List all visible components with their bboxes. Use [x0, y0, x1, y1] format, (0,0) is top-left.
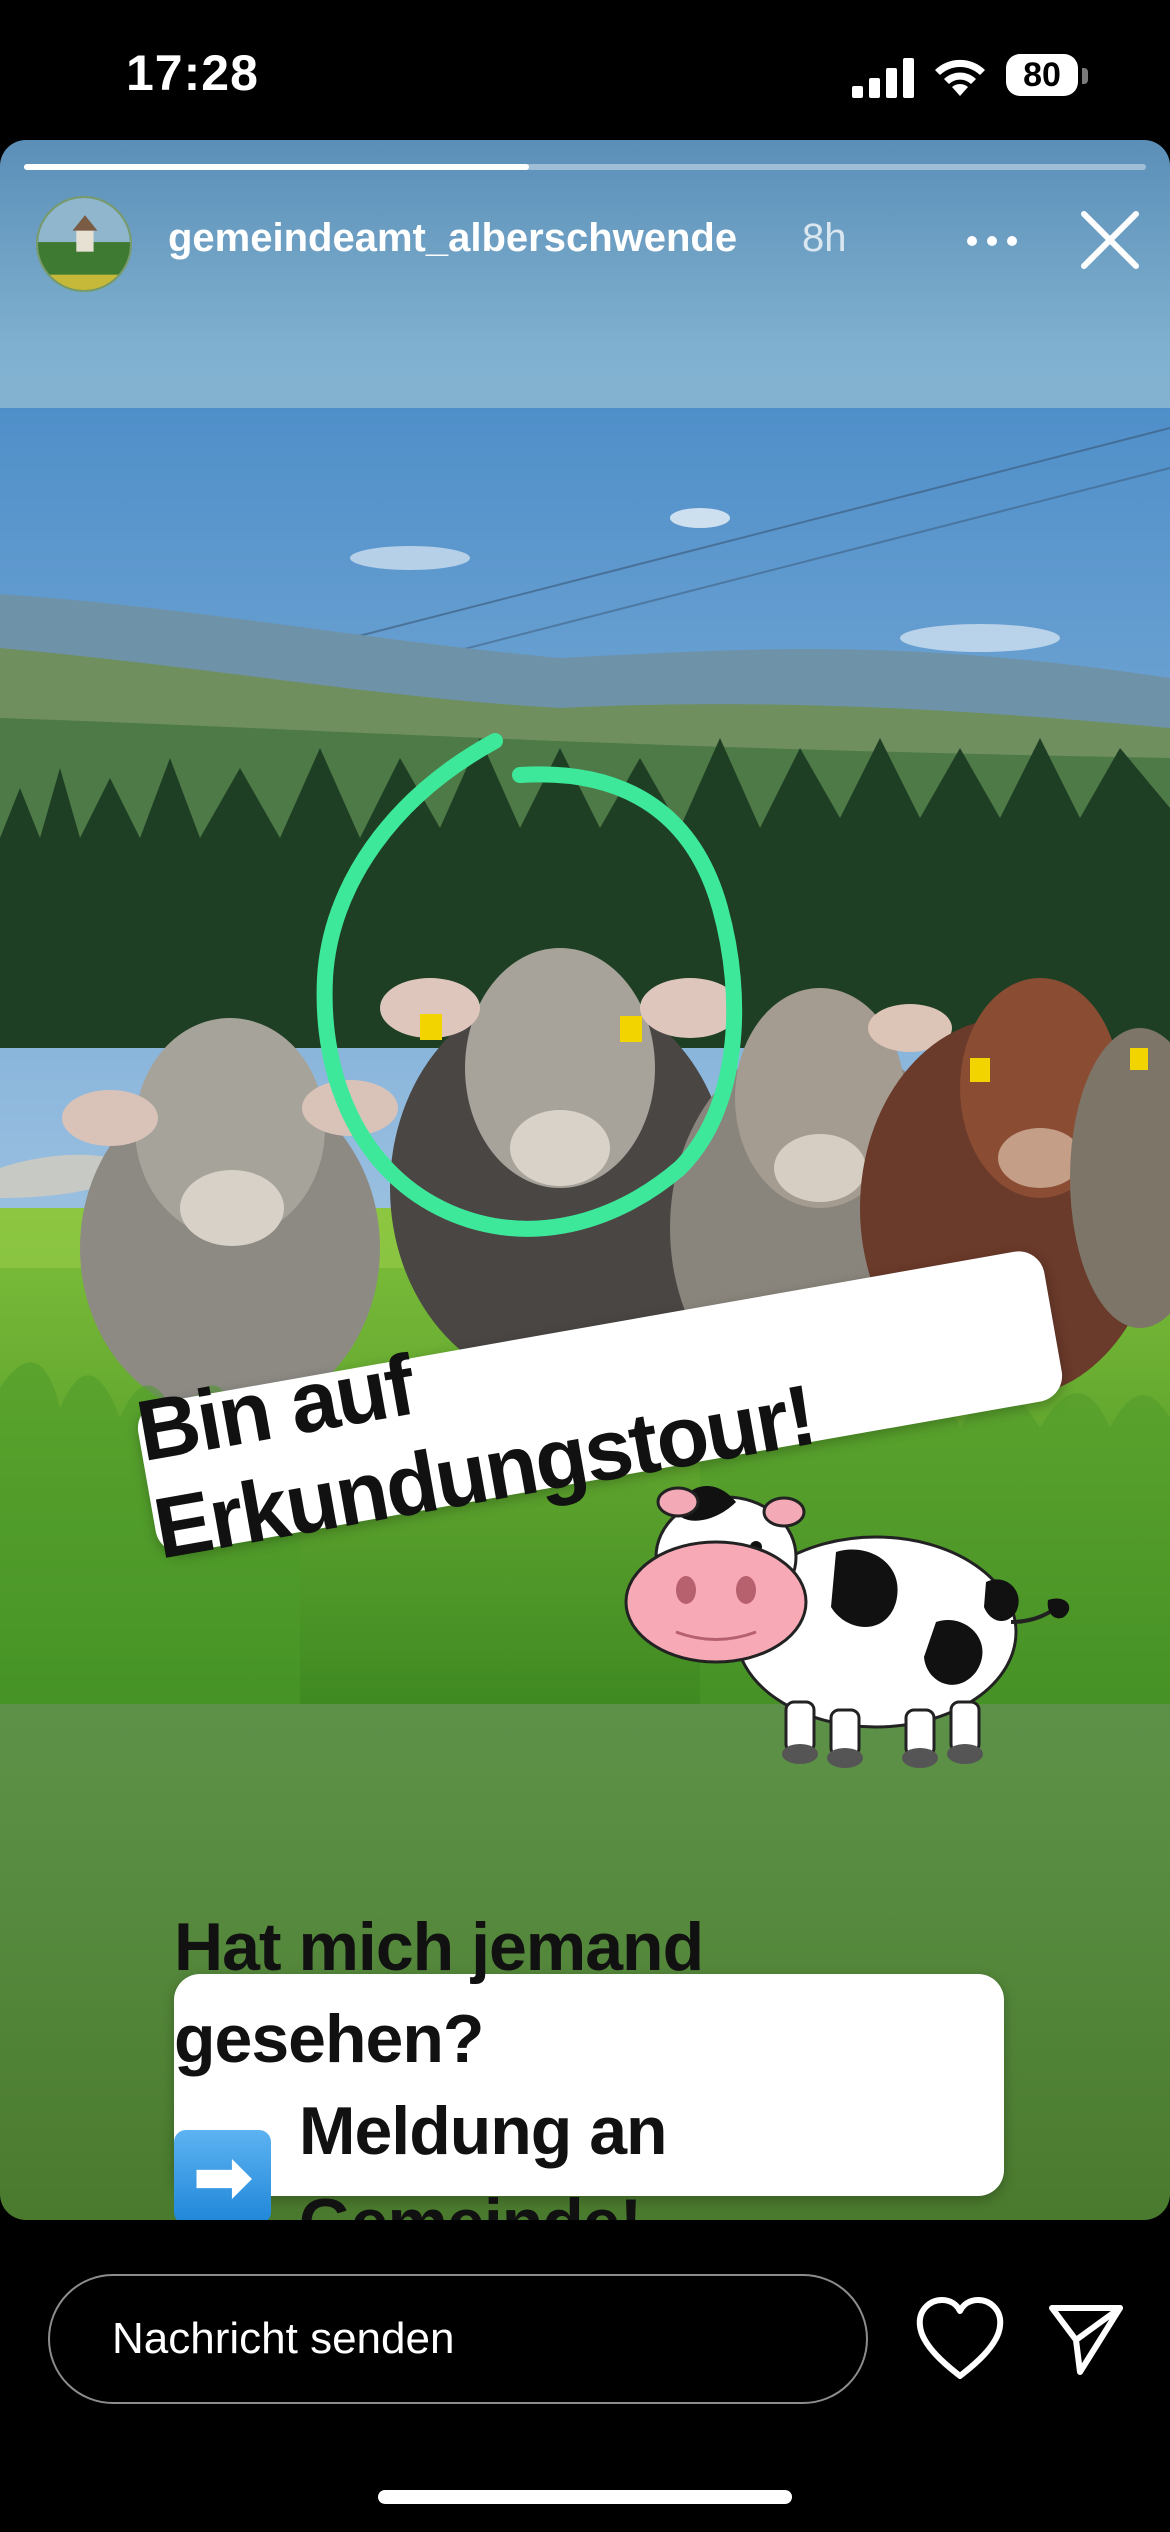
sticker-report-instruction: Meldung an Gemeinde!	[298, 2093, 668, 2220]
send-message-input[interactable]	[48, 2274, 868, 2404]
close-icon[interactable]	[1074, 204, 1146, 276]
sticker-report-instruction-row: ➡ Meldung an Gemeinde!	[174, 2085, 1004, 2220]
wifi-icon	[935, 59, 985, 96]
more-options-button[interactable]	[956, 214, 1028, 268]
reply-bar	[0, 2220, 1170, 2532]
send-icon[interactable]	[1046, 2298, 1126, 2378]
post-timestamp: 8h	[802, 216, 847, 260]
battery-tip	[1082, 68, 1088, 84]
battery-level: 80	[1006, 54, 1078, 96]
story-viewer[interactable]: gemeindeamt_alberschwende 8h Bin auf Erk…	[0, 140, 1170, 2220]
account-avatar[interactable]	[36, 196, 132, 292]
ellipsis-icon	[967, 236, 1017, 246]
status-bar: 17:28 80	[0, 0, 1170, 140]
sticker-report: Hat mich jemand gesehen? ➡ Meldung an Ge…	[174, 1909, 1004, 2220]
sticker-report-question: Hat mich jemand gesehen?	[174, 1909, 704, 2077]
story-header: gemeindeamt_alberschwende 8h	[0, 140, 1170, 400]
cartoon-cow-sticker	[624, 1485, 1070, 1768]
home-indicator	[378, 2490, 792, 2504]
account-username[interactable]: gemeindeamt_alberschwende	[168, 216, 737, 261]
battery-indicator: 80	[1006, 54, 1088, 100]
status-time: 17:28	[126, 45, 259, 101]
cellular-signal-icon	[852, 58, 914, 98]
right-arrow-emoji-icon: ➡	[174, 2130, 271, 2220]
heart-icon[interactable]	[914, 2296, 1006, 2382]
avatar-image	[38, 198, 130, 290]
